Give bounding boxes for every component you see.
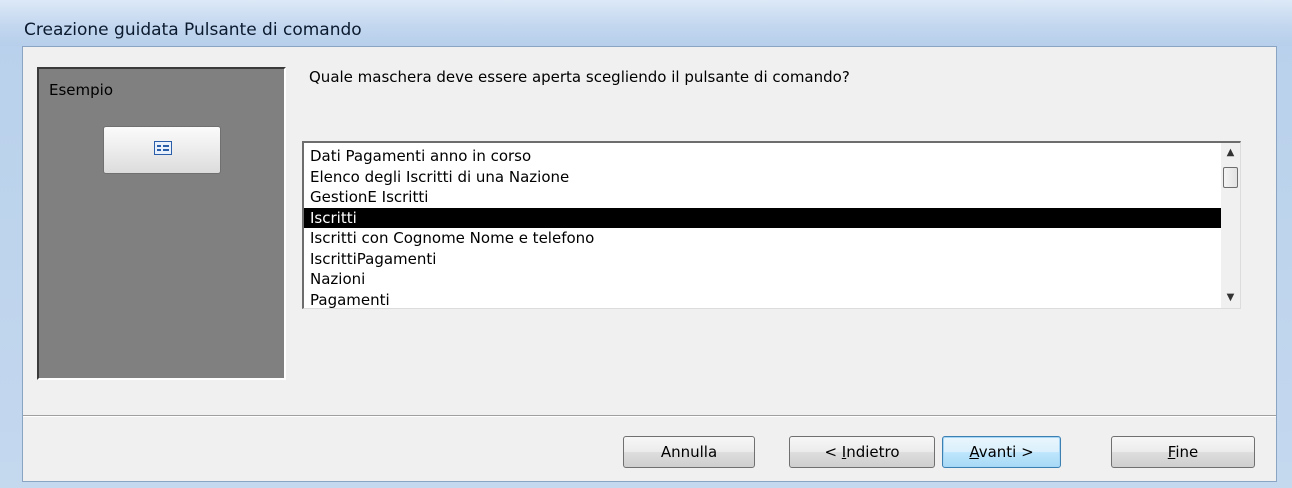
list-item[interactable]: IscrittiPagamenti <box>304 249 1222 270</box>
list-item[interactable]: Elenco degli Iscritti di una Nazione <box>304 167 1222 188</box>
question-text: Quale maschera deve essere aperta scegli… <box>309 68 850 86</box>
cancel-button[interactable]: Annulla <box>623 436 755 468</box>
list-item[interactable]: Dati Pagamenti anno in corso <box>304 146 1222 167</box>
list-item[interactable]: Iscritti <box>304 207 1222 228</box>
example-command-button-preview <box>103 126 221 174</box>
next-button[interactable]: Avanti > <box>942 436 1061 468</box>
example-label: Esempio <box>49 81 113 99</box>
scroll-up-arrow-icon[interactable]: ▲ <box>1221 143 1240 163</box>
form-listbox[interactable]: Dati Pagamenti anno in corso Elenco degli… <box>302 141 1241 309</box>
scroll-down-arrow-icon[interactable]: ▼ <box>1221 288 1240 308</box>
list-item[interactable]: Pagamenti <box>304 290 1222 309</box>
back-button[interactable]: < Indietro <box>789 436 935 468</box>
separator-line <box>23 415 1276 417</box>
window-title: Creazione guidata Pulsante di comando <box>24 20 362 40</box>
dialog-client-area: Esempio Quale maschera deve essere apert… <box>22 46 1277 482</box>
example-panel: Esempio <box>37 67 286 380</box>
title-bar[interactable]: Creazione guidata Pulsante di comando <box>0 0 1292 46</box>
form-icon <box>154 141 172 155</box>
list-item[interactable]: Iscritti con Cognome Nome e telefono <box>304 228 1222 249</box>
wizard-window: Creazione guidata Pulsante di comando Es… <box>0 0 1292 488</box>
list-items: Dati Pagamenti anno in corso Elenco degli… <box>304 146 1222 309</box>
list-item[interactable]: GestionE Iscritti <box>304 187 1222 208</box>
finish-button[interactable]: Fine <box>1111 436 1255 468</box>
list-item[interactable]: Nazioni <box>304 269 1222 290</box>
scroll-thumb[interactable] <box>1223 167 1238 188</box>
vertical-scrollbar[interactable]: ▲ ▼ <box>1221 143 1240 308</box>
